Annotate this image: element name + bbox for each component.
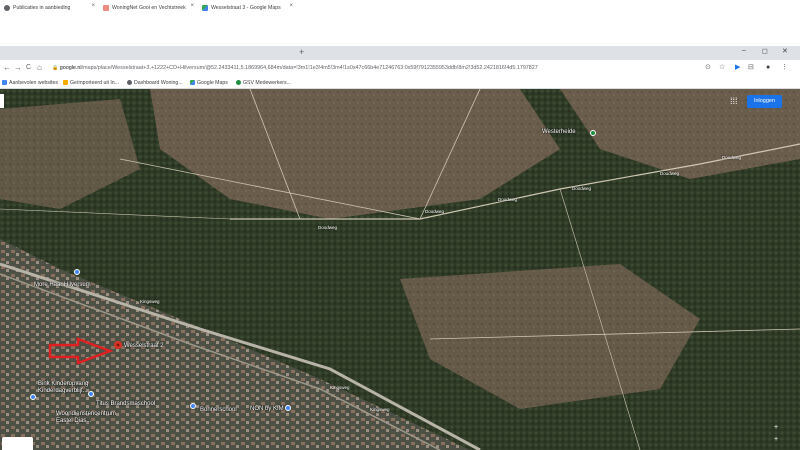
label-woondienst[interactable]: Woondienstencentrum Eastel Dias... [56,411,118,425]
minimize-button[interactable]: – [742,47,746,54]
bookmark-aanbevolen[interactable]: Aanbevolen websites [2,78,58,88]
zoom-out-button[interactable]: + [774,436,778,444]
tab-google-maps[interactable]: Wesselstraat 3 - Google Maps × [198,1,296,14]
globe-icon [4,4,10,11]
label-westerheide[interactable]: Westerheide [542,129,576,135]
woningnet-icon [103,4,109,11]
extensions-icon[interactable]: ⊟ [748,62,754,74]
reload-button[interactable]: C [26,61,31,75]
lock-icon: 🔒 [52,65,59,71]
label-wesselstraat[interactable]: Wesselstraat 2 [124,343,164,349]
bookmark-label: Aanbevolen websites [9,80,59,86]
globe-icon [127,80,132,86]
road-doodweg: Doodweg [572,186,592,191]
poi-pin-icon[interactable] [74,269,80,275]
label-non-by-kim[interactable]: NON by KIM [250,406,284,412]
road-kingsweg: Kingsweg [370,407,390,412]
url-path: /maps/place/Wesselstraat+3,+1222+CD+Hilv… [81,65,538,71]
road-kingsweg: Kingsweg [140,299,160,304]
bookmark-geimporteerd[interactable]: Geïmporteerd uit In... [63,78,119,88]
back-button[interactable]: ← [3,61,11,75]
new-tab-button[interactable]: + [299,46,304,59]
tab-label: Wesselstraat 3 - Google Maps [211,4,281,11]
close-tab-icon[interactable]: × [91,3,95,9]
tab-woningnet[interactable]: WoningNet Gooi en Vechtstreek × [99,1,197,14]
label-brandsma[interactable]: Titus Brandsmaschool [96,401,155,407]
road-doodweg: Doodweg [318,225,338,230]
close-tab-icon[interactable]: × [190,3,194,9]
label-bonnerschool[interactable]: Bonnerschool [200,407,237,413]
label-more-hilversum[interactable]: More Haar Hilversum [34,282,91,288]
satellite-map[interactable]: Westerheide Doodweg Doodweg Doodweg Dood… [0,89,800,450]
map-imagery [0,89,800,450]
tab-strip [0,46,800,60]
tab-label: Publicaties in aanbieding [13,4,71,11]
poi-pin-icon[interactable] [30,394,36,400]
poi-pin-icon[interactable] [88,391,94,397]
bookmark-google-maps[interactable]: Google Maps [190,78,228,88]
url-domain: google.nl [59,65,82,71]
bookmark-label: GSV Medewerkers... [243,80,291,86]
address-bar[interactable]: 🔒 google.nl/maps/place/Wesselstraat+3,+1… [52,62,697,74]
bookmark-gsv[interactable]: GSV Medewerkers... [236,78,291,88]
bookmark-label: Google Maps [197,80,228,86]
side-panel-toggle[interactable] [0,94,4,108]
home-button[interactable]: ⌂ [37,61,42,75]
road-doodweg: Doodweg [425,209,445,214]
bookmark-label: Dashboard Woning... [134,80,183,86]
close-window-button[interactable]: ✕ [782,47,788,55]
bookmark-label: Geïmporteerd uit In... [70,80,120,86]
signin-button[interactable]: Inloggen [747,95,782,108]
zoom-in-button[interactable]: + [774,424,778,432]
cast-icon[interactable]: ▶ [735,62,740,74]
tab-publicaties[interactable]: Publicaties in aanbieding × [0,1,98,14]
road-doodweg: Doodweg [722,155,742,160]
menu-icon[interactable]: ⋮ [781,62,788,74]
park-pin-icon[interactable] [590,130,596,136]
layers-thumbnail[interactable] [2,437,33,450]
apps-icon [2,80,7,86]
poi-pin-icon[interactable] [190,403,196,409]
road-doodweg: Doodweg [498,197,518,202]
maps-icon [202,4,208,11]
forward-button[interactable]: → [14,61,22,75]
maximize-button[interactable]: ◻ [762,47,768,55]
bookmark-dashboard[interactable]: Dashboard Woning... [127,78,183,88]
star-icon[interactable]: ☆ [719,62,725,74]
location-icon[interactable]: ⊙ [705,62,711,74]
tab-label: WoningNet Gooi en Vechtstreek [112,4,186,11]
google-apps-icon[interactable]: ⁞⁞⁞ [730,96,738,106]
folder-icon [63,80,68,86]
profile-icon[interactable]: ● [766,62,770,74]
close-tab-icon[interactable]: × [289,3,293,9]
gsv-icon [236,80,241,86]
road-doodweg: Doodweg [660,171,680,176]
bookmarks-bar [0,77,800,89]
poi-pin-icon[interactable] [285,405,291,411]
maps-icon [190,80,195,86]
road-kingsweg: Kingsweg [330,385,350,390]
